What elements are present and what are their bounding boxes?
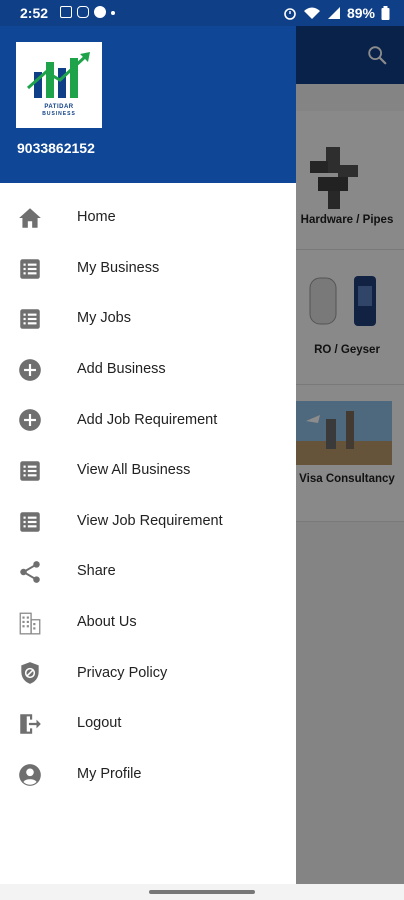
logout-icon (20, 714, 41, 734)
menu-item-view-job-requirement[interactable]: View Job Requirement (0, 496, 296, 547)
alarm-icon (284, 8, 296, 20)
logo-brand: PATIDAR BUSINESS (16, 104, 102, 118)
menu-item-view-all-business[interactable]: View All Business (0, 445, 296, 496)
skype-notification-icon (94, 6, 106, 18)
menu-item-my-business[interactable]: My Business (0, 243, 296, 294)
share-icon (20, 561, 40, 583)
navigation-drawer: PATIDAR BUSINESS 9033862152 Home My Busi… (0, 26, 296, 884)
menu-item-label: My Business (77, 259, 160, 276)
list-icon (20, 258, 40, 279)
list-icon (20, 309, 40, 329)
battery-icon (381, 6, 390, 20)
battery-percent: 89% (346, 5, 375, 21)
gallery-notification-icon (60, 6, 72, 18)
menu-item-label: View All Business (77, 462, 191, 479)
status-bar: 2:52 89% (0, 0, 404, 26)
drawer-menu: Home My Business My Jobs Add Business Ad… (0, 192, 296, 799)
menu-item-label: Add Business (77, 361, 166, 378)
system-nav-bar (0, 884, 404, 900)
home-gesture-handle[interactable] (149, 890, 255, 894)
list-icon (20, 511, 40, 532)
drawer-header: PATIDAR BUSINESS 9033862152 (0, 26, 296, 183)
menu-item-label: View Job Requirement (77, 512, 223, 529)
user-phone: 9033862152 (17, 140, 95, 156)
clock: 2:52 (20, 5, 49, 21)
menu-item-share[interactable]: Share (0, 546, 296, 597)
menu-item-label: Logout (77, 715, 122, 732)
menu-item-my-jobs[interactable]: My Jobs (0, 293, 296, 344)
menu-item-label: Home (77, 209, 116, 226)
add-circle-icon (19, 409, 41, 432)
more-notifications-icon (111, 11, 115, 15)
system-icons: 89% (283, 5, 390, 21)
building-icon (19, 612, 41, 635)
menu-item-label: Privacy Policy (77, 664, 168, 681)
app-logo: PATIDAR BUSINESS (16, 42, 102, 128)
home-icon (19, 208, 41, 228)
notification-icons (60, 6, 115, 18)
signal-icon (327, 7, 340, 19)
menu-item-label: About Us (77, 614, 137, 631)
logo-brand-line1: PATIDAR (44, 104, 74, 110)
logo-brand-line2: BUSINESS (42, 111, 76, 117)
list-icon (20, 461, 40, 481)
menu-item-privacy-policy[interactable]: Privacy Policy (0, 647, 296, 698)
menu-item-add-job-requirement[interactable]: Add Job Requirement (0, 394, 296, 445)
menu-item-label: My Profile (77, 765, 142, 782)
logo-chart-icon (27, 52, 90, 98)
account-icon (19, 763, 41, 786)
menu-item-label: Share (77, 563, 116, 580)
menu-item-about-us[interactable]: About Us (0, 597, 296, 648)
menu-item-logout[interactable]: Logout (0, 698, 296, 749)
menu-item-home[interactable]: Home (0, 192, 296, 243)
add-circle-icon (19, 358, 41, 381)
menu-item-my-profile[interactable]: My Profile (0, 749, 296, 800)
menu-item-add-business[interactable]: Add Business (0, 344, 296, 395)
shield-icon (21, 662, 39, 685)
menu-item-label: My Jobs (77, 310, 131, 327)
instagram-notification-icon (77, 6, 89, 18)
wifi-icon (303, 7, 320, 19)
menu-item-label: Add Job Requirement (77, 411, 218, 428)
